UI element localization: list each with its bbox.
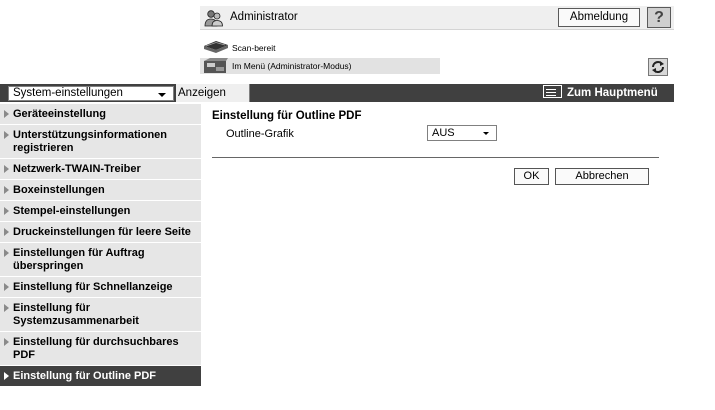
status-scan-text: Scan-bereit (232, 43, 276, 53)
arrow-right-icon (4, 338, 9, 346)
sidebar-item-netzwerk-twain[interactable]: Netzwerk-TWAIN-Treiber (0, 159, 201, 180)
sidebar-item-leere-seite[interactable]: Druckeinstellungen für leere Seite (0, 222, 201, 243)
sidebar-item-label: Einstellung für Schnellanzeige (13, 281, 173, 293)
logout-button[interactable]: Abmeldung (558, 8, 640, 27)
sidebar-item-outline-pdf[interactable]: Einstellung für Outline PDF (0, 366, 201, 387)
divider (212, 157, 659, 158)
arrow-right-icon (4, 372, 9, 380)
arrow-right-icon (4, 249, 9, 257)
sidebar-item-label: Einstellung für Outline PDF (13, 370, 156, 382)
sidebar-item-auftrag-ueberspringen[interactable]: Einstellungen für Auftrag überspringen (0, 243, 201, 277)
ok-button[interactable]: OK (514, 168, 549, 185)
arrow-right-icon (4, 207, 9, 215)
arrow-right-icon (4, 186, 9, 194)
sidebar-item-stempel[interactable]: Stempel-einstellungen (0, 201, 201, 222)
user-name: Administrator (230, 11, 298, 23)
sidebar-item-label: Einstellung für Systemzusammenarbeit (13, 302, 139, 327)
sidebar-item-label: Einstellung für durchsuchbares PDF (13, 336, 179, 361)
system-settings-select-value: System-einstellungen (13, 87, 123, 99)
main-menu-label: Zum Hauptmenü (567, 87, 658, 99)
arrow-right-icon (4, 165, 9, 173)
refresh-icon[interactable] (648, 58, 668, 76)
help-button[interactable]: ? (647, 7, 671, 28)
scanner-icon (204, 41, 228, 53)
sidebar-item-label: Unterstützungsinformationen registrieren (13, 129, 167, 154)
status-scan-row: Scan-bereit (200, 40, 674, 56)
chevron-down-icon (158, 93, 166, 97)
chevron-down-icon (483, 132, 489, 135)
sidebar-item-unterstuetzungsinformationen[interactable]: Unterstützungsinformationen registrieren (0, 125, 201, 159)
sidebar: Geräteeinstellung Unterstützungsinformat… (0, 104, 201, 387)
arrow-right-icon (4, 131, 9, 139)
arrow-right-icon (4, 283, 9, 291)
cancel-button[interactable]: Abbrechen (555, 168, 649, 185)
sidebar-item-label: Boxeinstellungen (13, 184, 105, 196)
sidebar-item-label: Geräteeinstellung (13, 108, 106, 120)
menu-icon (543, 85, 562, 98)
page-title: Einstellung für Outline PDF (212, 110, 362, 122)
sidebar-item-boxeinstellungen[interactable]: Boxeinstellungen (0, 180, 201, 201)
tab-anzeigen[interactable]: Anzeigen (176, 84, 250, 102)
arrow-right-icon (4, 304, 9, 312)
outline-graphic-value: AUS (432, 127, 455, 139)
status-mode-text: Im Menü (Administrator-Modus) (232, 61, 352, 71)
outline-graphic-label: Outline-Grafik (226, 128, 294, 140)
user-header: Administrator Abmeldung ? (200, 6, 674, 30)
sidebar-item-durchsuchbares-pdf[interactable]: Einstellung für durchsuchbares PDF (0, 332, 201, 366)
sidebar-item-label: Stempel-einstellungen (13, 205, 131, 217)
sidebar-item-systemzusammenarbeit[interactable]: Einstellung für Systemzusammenarbeit (0, 298, 201, 332)
sidebar-item-geraeteeinstellung[interactable]: Geräteeinstellung (0, 104, 201, 125)
printer-icon (204, 58, 228, 73)
arrow-right-icon (4, 110, 9, 118)
sidebar-item-label: Netzwerk-TWAIN-Treiber (13, 163, 141, 175)
arrow-right-icon (4, 228, 9, 236)
status-mode-row: Im Menü (Administrator-Modus) (200, 58, 440, 74)
system-settings-select[interactable]: System-einstellungen (8, 86, 174, 101)
users-icon (204, 10, 223, 27)
main-menu-button[interactable]: Zum Hauptmenü (543, 85, 658, 101)
sidebar-item-schnellanzeige[interactable]: Einstellung für Schnellanzeige (0, 277, 201, 298)
sidebar-item-label: Einstellungen für Auftrag überspringen (13, 247, 145, 272)
outline-graphic-select[interactable]: AUS (427, 125, 497, 141)
sidebar-item-label: Druckeinstellungen für leere Seite (13, 226, 191, 238)
